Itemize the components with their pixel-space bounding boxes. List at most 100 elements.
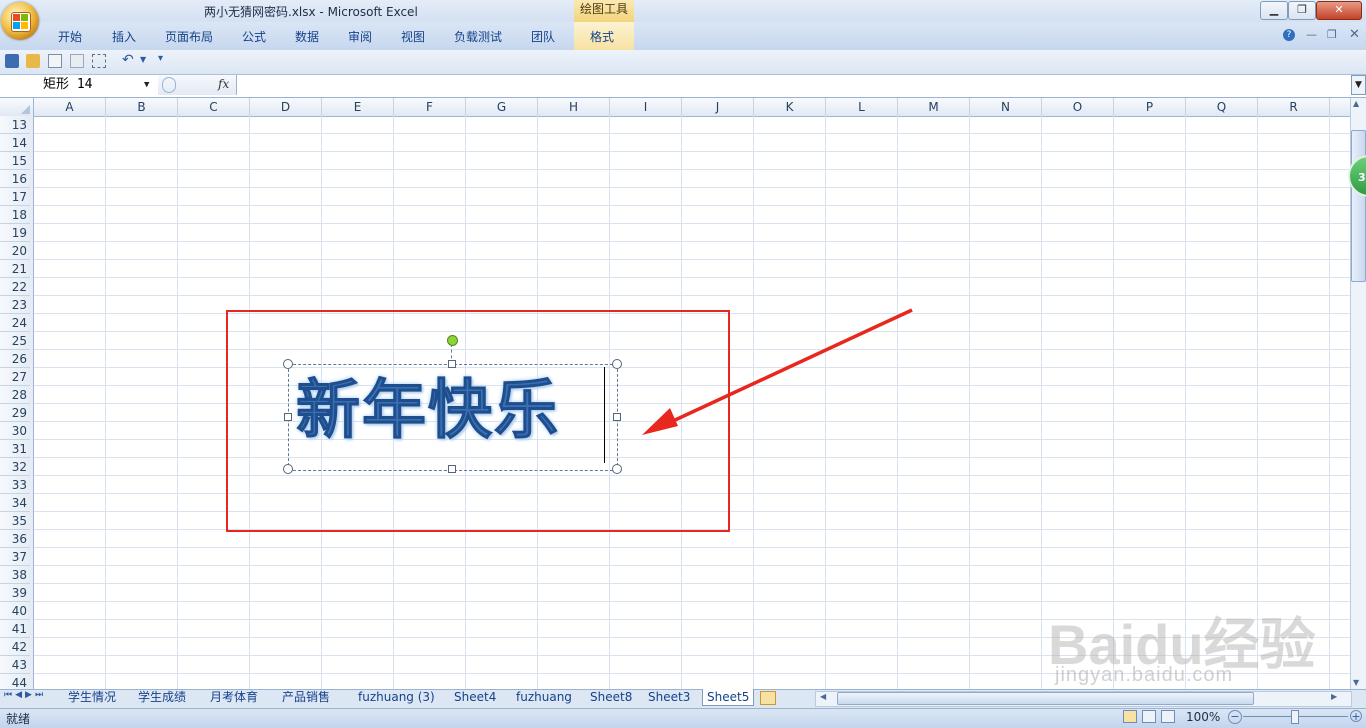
row-header[interactable]: 22: [0, 278, 30, 296]
office-button[interactable]: [1, 2, 39, 40]
row-header[interactable]: 23: [0, 296, 30, 314]
format-painter-icon[interactable]: [70, 54, 84, 68]
open-icon[interactable]: [26, 54, 40, 68]
row-header[interactable]: 44: [0, 674, 30, 689]
row-header[interactable]: 21: [0, 260, 30, 278]
wordart-text[interactable]: 新年快乐: [296, 372, 560, 450]
row-header[interactable]: 18: [0, 206, 30, 224]
sheet-tab[interactable]: Sheet4: [450, 689, 500, 706]
sheet-tab[interactable]: 学生情况: [64, 689, 120, 706]
column-header[interactable]: E: [322, 98, 394, 116]
sheet-tab[interactable]: 月考体育: [206, 689, 262, 706]
horizontal-scroll-thumb[interactable]: [837, 692, 1254, 705]
resize-handle-bottom[interactable]: [448, 465, 456, 473]
save-icon[interactable]: [5, 54, 19, 68]
sheet-tab[interactable]: Sheet3: [644, 689, 694, 706]
undo-dropdown-icon[interactable]: ▼: [140, 55, 146, 64]
row-header[interactable]: 32: [0, 458, 30, 476]
column-header[interactable]: O: [1042, 98, 1114, 116]
zoom-out-icon[interactable]: −: [1228, 710, 1242, 724]
scroll-left-icon[interactable]: ◀: [820, 692, 826, 701]
row-header[interactable]: 29: [0, 404, 30, 422]
row-header[interactable]: 20: [0, 242, 30, 260]
column-header[interactable]: K: [754, 98, 826, 116]
column-header[interactable]: D: [250, 98, 322, 116]
page-layout-view-icon[interactable]: [1142, 710, 1156, 723]
tab-load-test[interactable]: 负载测试: [454, 28, 502, 45]
ribbon-minimize-icon[interactable]: —: [1306, 28, 1317, 41]
row-header[interactable]: 13: [0, 116, 30, 134]
resize-handle-left[interactable]: [284, 413, 292, 421]
row-header[interactable]: 15: [0, 152, 30, 170]
column-header[interactable]: H: [538, 98, 610, 116]
sheet-nav-arrows-icon[interactable]: ⏮◀▶⏭: [4, 690, 46, 700]
tab-page-layout[interactable]: 页面布局: [165, 28, 213, 45]
column-header[interactable]: P: [1114, 98, 1186, 116]
tab-view[interactable]: 视图: [401, 28, 425, 45]
formula-expand-icon[interactable]: [162, 77, 176, 93]
zoom-level[interactable]: 100%: [1186, 710, 1220, 724]
help-icon[interactable]: ?: [1283, 29, 1295, 41]
row-header[interactable]: 25: [0, 332, 30, 350]
row-header[interactable]: 40: [0, 602, 30, 620]
row-header[interactable]: 19: [0, 224, 30, 242]
resize-handle-top-right[interactable]: [612, 359, 622, 369]
tab-team[interactable]: 团队: [531, 28, 555, 45]
tab-data[interactable]: 数据: [295, 28, 319, 45]
row-header[interactable]: 28: [0, 386, 30, 404]
tab-review[interactable]: 审阅: [348, 28, 372, 45]
resize-handle-top[interactable]: [448, 360, 456, 368]
formula-bar-expand-icon[interactable]: ▼: [1351, 75, 1366, 95]
column-header[interactable]: N: [970, 98, 1042, 116]
column-header[interactable]: I: [610, 98, 682, 116]
name-box[interactable]: 矩形 14 ▼: [0, 75, 159, 95]
column-header[interactable]: C: [178, 98, 250, 116]
row-header[interactable]: 17: [0, 188, 30, 206]
sheet-tab[interactable]: fuzhuang (3): [354, 689, 439, 706]
row-header[interactable]: 38: [0, 566, 30, 584]
column-header[interactable]: Q: [1186, 98, 1258, 116]
print-preview-icon[interactable]: [48, 54, 62, 68]
tab-home[interactable]: 开始: [58, 28, 82, 45]
row-header[interactable]: 36: [0, 530, 30, 548]
row-header[interactable]: 24: [0, 314, 30, 332]
column-header[interactable]: M: [898, 98, 970, 116]
row-header[interactable]: 35: [0, 512, 30, 530]
row-header[interactable]: 39: [0, 584, 30, 602]
row-header[interactable]: 16: [0, 170, 30, 188]
name-box-dropdown-icon[interactable]: ▼: [144, 75, 149, 95]
resize-handle-top-left[interactable]: [283, 359, 293, 369]
tab-format[interactable]: 格式: [590, 28, 614, 45]
row-header[interactable]: 34: [0, 494, 30, 512]
row-header[interactable]: 27: [0, 368, 30, 386]
sheet-tab[interactable]: Sheet8: [586, 689, 636, 706]
zoom-slider-thumb[interactable]: [1291, 710, 1299, 724]
row-header[interactable]: 30: [0, 422, 30, 440]
column-header[interactable]: J: [682, 98, 754, 116]
resize-handle-right[interactable]: [613, 413, 621, 421]
sheet-tab[interactable]: 学生成绩: [134, 689, 190, 706]
select-all-button[interactable]: [0, 98, 34, 116]
row-header[interactable]: 41: [0, 620, 30, 638]
close-button[interactable]: ✕: [1316, 1, 1362, 20]
sheet-tab[interactable]: fuzhuang: [512, 689, 576, 706]
restore-button[interactable]: ❐: [1288, 1, 1316, 20]
row-header[interactable]: 37: [0, 548, 30, 566]
resize-handle-bottom-left[interactable]: [283, 464, 293, 474]
column-header[interactable]: G: [466, 98, 538, 116]
insert-sheet-icon[interactable]: [760, 691, 776, 705]
column-header[interactable]: A: [34, 98, 106, 116]
select-icon[interactable]: [92, 54, 106, 68]
column-header[interactable]: L: [826, 98, 898, 116]
row-header[interactable]: 14: [0, 134, 30, 152]
tab-formulas[interactable]: 公式: [242, 28, 266, 45]
insert-function-icon[interactable]: fx: [218, 77, 229, 91]
zoom-in-icon[interactable]: +: [1350, 710, 1362, 722]
sheet-tab[interactable]: 产品销售: [278, 689, 334, 706]
undo-icon[interactable]: ↶: [122, 52, 134, 68]
scroll-right-icon[interactable]: ▶: [1331, 692, 1337, 701]
column-header[interactable]: B: [106, 98, 178, 116]
row-header[interactable]: 31: [0, 440, 30, 458]
minimize-button[interactable]: ▁: [1260, 1, 1288, 20]
row-header[interactable]: 26: [0, 350, 30, 368]
